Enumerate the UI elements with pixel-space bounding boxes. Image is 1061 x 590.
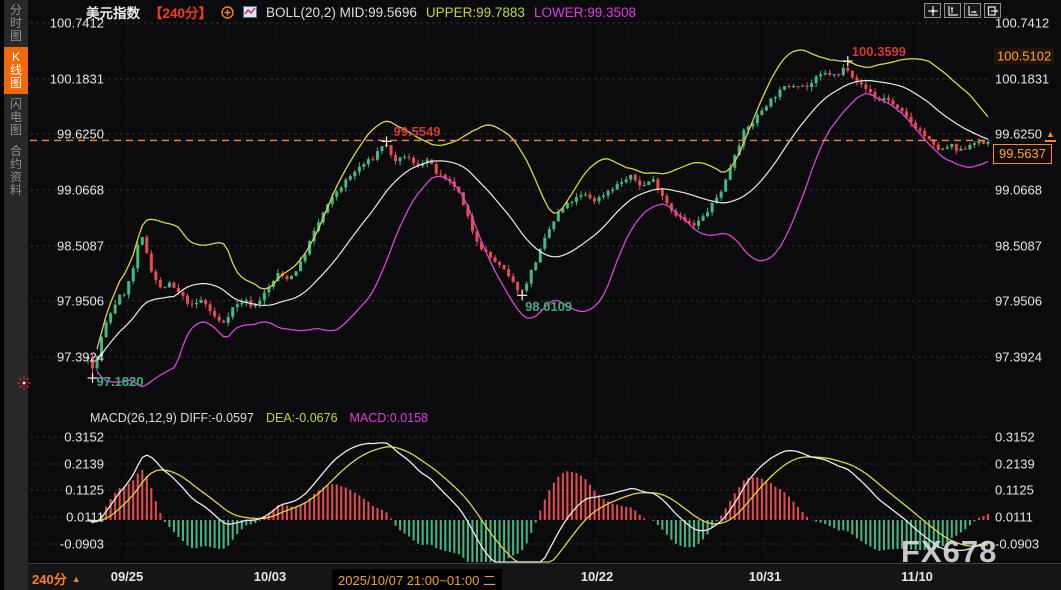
x-axis-date-label: 10/03 [254,569,287,584]
y-axis-label: 100.1831 [995,72,1049,87]
watermark: FX678 [901,534,997,570]
y-axis-label: 0.2139 [34,457,104,472]
crosshair-move-icon[interactable] [924,3,941,18]
x-axis-date-label: 10/22 [581,569,614,584]
chart-header: 美元指数 【240分】 BOLL(20,2) MID:99.5696 UPPER… [86,3,636,21]
y-axis-label: 97.9506 [34,294,104,309]
y-axis-label: 0.3152 [34,430,104,445]
current-price-badge: 99.5637 [993,144,1052,164]
x-axis-date-label: 11/10 [901,569,933,584]
y-axis-label: 0.0111 [34,510,104,525]
y-axis-label: 0.1125 [34,483,104,498]
boll-mid-label: BOLL(20,2) MID:99.5696 [266,5,417,20]
chart-toolbar [924,3,1001,18]
boll-lower-label: LOWER:99.3508 [534,5,636,20]
macd-value-label: MACD:0.0158 [350,411,429,425]
y-axis-label: 99.6250 [34,127,104,142]
x-axis-date-label: 09/25 [111,569,144,584]
macd-dea-label: DEA:-0.0676 [266,411,338,425]
period-selector[interactable]: 240分 ▲ [32,569,81,588]
axis-zoom-horizontal-icon[interactable] [964,3,981,18]
y-axis-label: 98.5087 [34,239,104,254]
y-axis-label: -0.0903 [34,537,104,552]
y-axis-label: 0.0111 [995,510,1033,525]
y-axis-label: 99.0668 [34,183,104,198]
price-point-annotation: 99.5549 [393,124,440,139]
price-direction-icon: ▲ [1045,130,1056,142]
add-indicator-icon[interactable] [221,6,234,19]
y-axis-label: 99.6250 [995,127,1042,142]
y-axis-label: 98.5087 [995,239,1042,254]
boll-upper-label: UPPER:99.7883 [426,5,525,20]
axis-pan-right-icon[interactable] [984,3,1001,18]
selected-candle-time-label: 2025/10/07 21:00~01:00 二 [332,569,502,590]
y-axis-label: 0.1125 [995,483,1034,498]
y-axis-label: 97.9506 [995,294,1042,309]
y-axis-label: 0.3152 [995,430,1035,445]
x-axis-date-label: 10/31 [749,569,782,584]
price-point-annotation: 100.3599 [852,44,906,59]
y-axis-label: 100.7412 [995,16,1049,31]
y-axis-label: 99.0668 [995,183,1042,198]
y-axis-label: 0.2139 [995,457,1035,472]
macd-indicator-header: MACD(26,12,9) DIFF:-0.0597 DEA:-0.0676 M… [90,411,428,425]
period-tag[interactable]: 【240分】 [149,2,212,22]
chevron-up-icon: ▲ [72,574,81,584]
y-axis-label: 97.3924 [34,350,104,365]
y-axis-label: 100.1831 [34,72,104,87]
chart-canvas[interactable] [0,0,1061,590]
price-point-annotation: 98.0109 [525,299,572,314]
indicator-chart-icon[interactable] [243,6,257,18]
session-high-label: 100.5102 [994,48,1054,65]
symbol-title: 美元指数 [86,2,140,22]
axis-zoom-vertical-icon[interactable] [944,3,961,18]
y-axis-label: 97.3924 [995,350,1042,365]
period-text: 240分 [32,569,67,588]
macd-diff-label: MACD(26,12,9) DIFF:-0.0597 [90,411,254,425]
price-point-annotation: 97.1820 [97,374,144,389]
y-axis-label: -0.0903 [995,537,1039,552]
